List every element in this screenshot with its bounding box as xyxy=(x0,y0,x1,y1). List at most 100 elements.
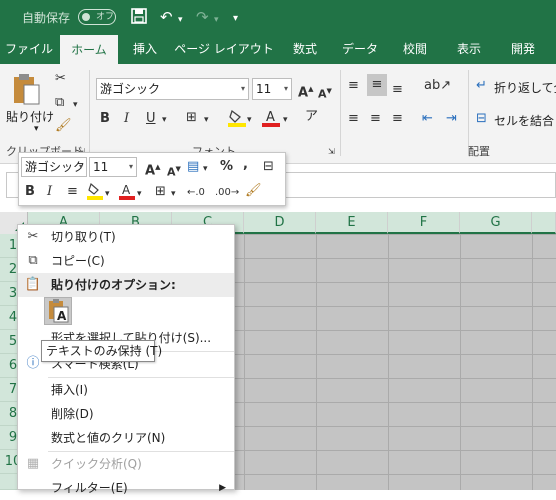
column-header-h-partial[interactable] xyxy=(532,212,556,234)
accounting-format-icon[interactable]: ▤ xyxy=(187,159,199,175)
align-bottom-icon[interactable]: ≡ xyxy=(392,82,403,98)
format-painter-icon[interactable]: 🖌 xyxy=(55,118,72,134)
tab-view[interactable]: 表示 xyxy=(444,35,494,64)
wrap-text-button[interactable]: 折り返して全 xyxy=(494,79,556,96)
copy-icon[interactable]: ⧉ xyxy=(55,95,64,111)
paste-button-label[interactable]: 貼り付け xyxy=(6,108,54,125)
column-header-g[interactable]: G xyxy=(460,212,532,234)
column-header-e[interactable]: E xyxy=(316,212,388,234)
merge-center-icon[interactable]: ⊟ xyxy=(476,111,487,127)
borders-icon[interactable]: ⊞ xyxy=(155,184,166,200)
increase-font-icon[interactable]: A▲ xyxy=(298,81,313,101)
column-header-d[interactable]: D xyxy=(244,212,316,234)
toggle-knob xyxy=(82,13,90,21)
borders-icon[interactable]: ⊞ xyxy=(186,110,197,126)
increase-font-icon[interactable]: A▲ xyxy=(145,159,160,179)
decrease-font-icon[interactable]: A▼ xyxy=(167,161,181,181)
undo-dropdown-icon[interactable]: ▾ xyxy=(178,11,183,29)
paste-dropdown-icon[interactable]: ▾ xyxy=(34,124,39,134)
autosave-toggle-label: オフ xyxy=(96,12,115,22)
menu-item-filter[interactable]: フィルター(E) ▶ xyxy=(18,476,234,500)
menu-item-cut[interactable]: ✂ 切り取り(T) xyxy=(18,225,234,249)
tab-data[interactable]: データ xyxy=(334,35,386,64)
menu-item-clear-contents[interactable]: 数式と値のクリア(N) xyxy=(18,426,234,450)
tab-page-layout[interactable]: ページ レイアウト xyxy=(174,35,274,64)
align-top-icon[interactable]: ≡ xyxy=(348,78,359,94)
redo-dropdown-icon: ▾ xyxy=(214,15,219,25)
tab-developer[interactable]: 開発 xyxy=(498,35,548,64)
submenu-arrow-icon: ▶ xyxy=(219,483,226,493)
increase-decimal-icon[interactable]: ←.0 xyxy=(187,185,205,201)
merge-center-icon[interactable]: ⊟ xyxy=(263,159,274,175)
italic-icon[interactable]: I xyxy=(47,184,52,200)
customize-qat-icon[interactable]: ▾ xyxy=(233,10,238,28)
fill-color-dropdown-icon[interactable]: ▾ xyxy=(247,112,252,128)
copy-dropdown-icon[interactable]: ▾ xyxy=(73,97,78,113)
tab-file[interactable]: ファイル xyxy=(0,35,58,64)
italic-icon[interactable]: I xyxy=(124,111,129,127)
font-color-dropdown-icon[interactable]: ▾ xyxy=(283,112,288,128)
font-color-icon[interactable]: A xyxy=(119,182,135,205)
font-name-box[interactable]: 游ゴシック ▾ xyxy=(96,78,249,100)
format-painter-icon[interactable]: 🖌 xyxy=(245,183,262,199)
borders-dropdown-icon[interactable]: ▾ xyxy=(204,112,209,128)
font-color-icon[interactable]: A xyxy=(262,108,280,133)
tab-formulas[interactable]: 数式 xyxy=(280,35,330,64)
font-size-box[interactable]: 11 ▾ xyxy=(252,78,292,100)
orientation-icon[interactable]: ab↗ xyxy=(424,78,451,94)
fill-color-icon[interactable] xyxy=(87,182,103,205)
tab-review[interactable]: 校閲 xyxy=(390,35,440,64)
align-center-icon[interactable]: ≡ xyxy=(370,111,381,127)
autosave-toggle[interactable]: オフ xyxy=(78,9,116,25)
align-left-icon[interactable]: ≡ xyxy=(348,111,359,127)
menu-item-delete[interactable]: 削除(D) xyxy=(18,402,234,426)
percent-style-button[interactable]: % xyxy=(220,159,233,175)
tab-insert[interactable]: 挿入 xyxy=(120,35,170,64)
fill-color-dropdown-icon[interactable]: ▾ xyxy=(105,186,110,202)
font-launcher-icon[interactable]: ⇲ xyxy=(328,144,335,160)
bold-icon[interactable]: B xyxy=(25,184,35,200)
comma-style-button[interactable]: , xyxy=(243,157,248,173)
title-bar: 自動保存 オフ ↶ ▾ ↷ ▾ ▾ xyxy=(0,0,556,35)
paste-option-glyph: A xyxy=(57,309,67,323)
align-middle-icon[interactable]: ≡ xyxy=(367,74,387,96)
align-right-icon[interactable]: ≡ xyxy=(392,111,403,127)
increase-indent-icon[interactable]: ⇥ xyxy=(446,111,457,127)
borders-dropdown-icon[interactable]: ▾ xyxy=(171,186,176,202)
phonetic-icon[interactable]: ア xyxy=(305,109,318,125)
align-center-icon[interactable]: ≡ xyxy=(67,184,78,200)
wrap-text-icon[interactable]: ↵ xyxy=(476,78,487,94)
paste-text-only-button[interactable]: A xyxy=(44,297,72,325)
underline-dropdown-icon[interactable]: ▾ xyxy=(162,112,167,128)
group-divider xyxy=(89,70,90,156)
autosave-label: 自動保存 xyxy=(22,11,71,25)
chevron-down-icon: ▾ xyxy=(283,84,288,93)
undo-icon[interactable]: ↶ xyxy=(160,8,173,26)
copy-icon: ⧉ xyxy=(28,253,38,268)
svg-text:A: A xyxy=(266,110,275,125)
mini-font-name-value: 游ゴシック xyxy=(25,160,86,174)
chevron-down-icon: ▾ xyxy=(128,162,133,171)
merge-center-button[interactable]: セルを結合し xyxy=(494,112,556,129)
cut-icon[interactable]: ✂ xyxy=(55,71,66,87)
mini-font-name-box[interactable]: 游ゴシック ▾ xyxy=(21,157,87,177)
tab-home[interactable]: ホーム xyxy=(60,35,118,64)
font-color-dropdown-icon[interactable]: ▾ xyxy=(137,186,142,202)
decrease-decimal-icon[interactable]: .00→ xyxy=(215,185,239,201)
underline-icon[interactable]: U xyxy=(146,111,156,127)
decrease-indent-icon[interactable]: ⇤ xyxy=(422,111,433,127)
menu-item-insert[interactable]: 挿入(I) xyxy=(18,378,234,402)
bold-icon[interactable]: B xyxy=(100,111,110,127)
decrease-font-icon[interactable]: A▼ xyxy=(318,83,332,103)
accounting-dropdown-icon[interactable]: ▾ xyxy=(203,161,208,177)
column-header-f[interactable]: F xyxy=(388,212,460,234)
save-icon[interactable] xyxy=(131,8,147,28)
menu-item-copy[interactable]: ⧉ コピー(C) xyxy=(18,249,234,273)
chevron-down-icon: ▾ xyxy=(78,162,83,171)
fill-color-icon[interactable] xyxy=(228,108,246,133)
paste-icon[interactable] xyxy=(12,72,42,111)
smart-lookup-icon: ⓘ xyxy=(26,356,40,371)
paste-icon: 📋 xyxy=(24,277,42,292)
mini-font-size-value: 11 xyxy=(93,160,109,174)
mini-font-size-box[interactable]: 11 ▾ xyxy=(89,157,137,177)
